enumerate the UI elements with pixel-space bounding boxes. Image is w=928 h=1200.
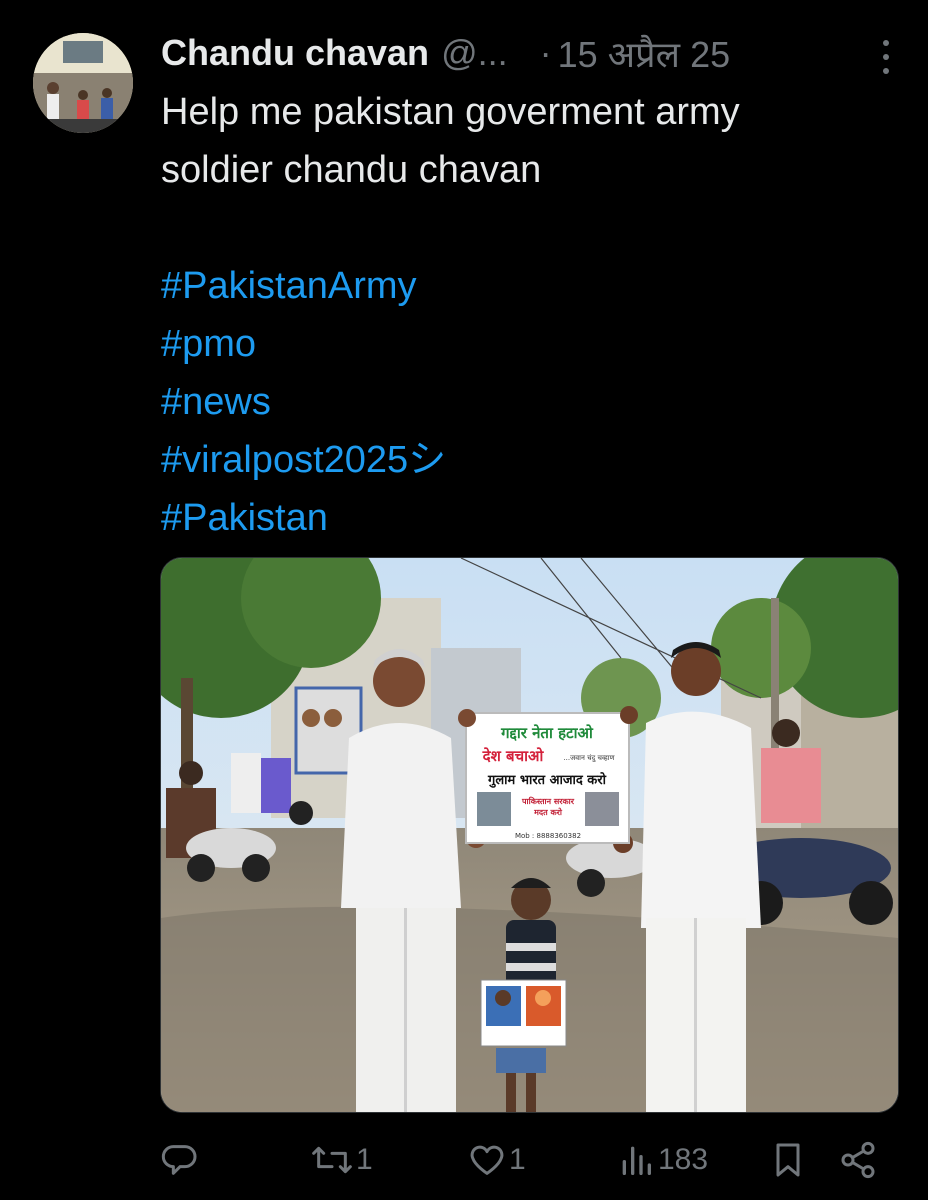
views-icon [622,1146,651,1175]
banner-text: देश बचाओ [482,747,544,765]
tweet-text: Help me pakistan goverment army soldier … [161,83,891,547]
hashtag-link[interactable]: #news [161,373,891,431]
hashtag-link[interactable]: #pmo [161,315,891,373]
retweet-icon [312,1146,352,1174]
avatar[interactable] [33,33,133,133]
banner-text: गुलाम भारत आजाद करो [487,772,607,788]
share-icon [841,1141,875,1179]
banner-text: Mob : 8888360382 [515,832,581,840]
author-handle[interactable]: @... [441,32,508,74]
like-button[interactable]: 1 [467,1132,526,1188]
banner-text: पाकिस्तान सरकार [521,796,575,806]
like-icon [470,1145,504,1175]
views-button[interactable]: 183 [616,1132,708,1188]
avatar-image [33,33,133,133]
separator-dot: · [539,32,552,73]
tweet-text-line: Help me pakistan goverment army [161,91,740,133]
tweet-header: Chandu chavan @... · 15 अप्रैल 25 [161,28,901,78]
like-count: 1 [509,1143,526,1176]
tweet-photo[interactable]: गद्दार नेता हटाओ देश बचाओ ...जवान चंदु च… [160,557,899,1113]
reply-button[interactable] [160,1132,202,1188]
hashtag-link[interactable]: #Pakistan [161,489,891,547]
hashtag-link[interactable]: #PakistanArmy [161,257,891,315]
hashtag-link[interactable]: #viralpost2025シ [161,431,891,489]
reply-icon [161,1145,197,1175]
banner-text: मदत करो [533,807,563,817]
banner-text: ...जवान चंदु चव्हाण [563,754,615,763]
banner-text: गद्दार नेता हटाओ [500,724,593,742]
tweet-date[interactable]: 15 अप्रैल 25 [558,29,731,78]
views-count: 183 [658,1143,709,1176]
bookmark-button[interactable] [768,1132,808,1188]
share-button[interactable] [838,1132,878,1188]
more-icon[interactable] [871,38,901,76]
bookmark-icon [776,1143,800,1177]
author-name[interactable]: Chandu chavan [161,32,429,74]
retweet-count: 1 [356,1143,373,1176]
retweet-button[interactable]: 1 [310,1132,373,1188]
tweet-text-line: soldier chandu chavan [161,149,542,191]
tweet-action-bar: 1 1 183 [160,1132,890,1188]
